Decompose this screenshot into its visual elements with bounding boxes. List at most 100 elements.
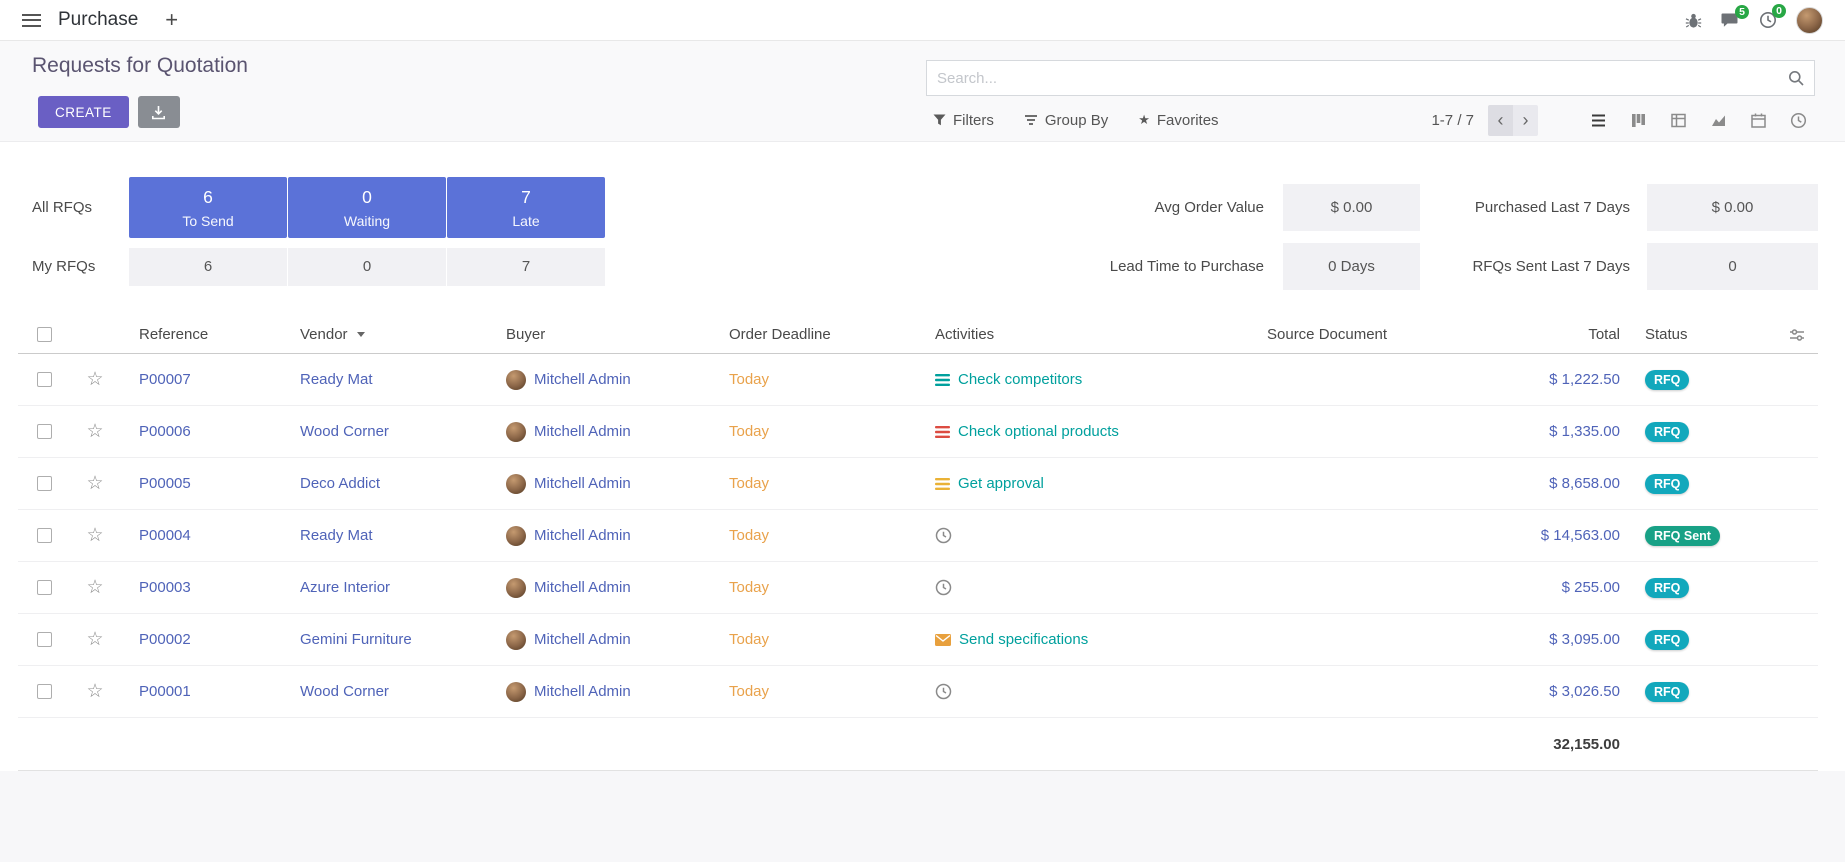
activity-cell[interactable]: Check optional products [925, 406, 1255, 457]
favorite-star-icon[interactable]: ☆ [86, 422, 103, 441]
activity-label[interactable]: Get approval [958, 475, 1044, 492]
vendor-link[interactable]: Wood Corner [290, 406, 495, 457]
filters-button[interactable]: Filters [933, 112, 994, 129]
reference-link[interactable]: P00001 [120, 666, 290, 717]
reference-link[interactable]: P00003 [120, 562, 290, 613]
header-source-document[interactable]: Source Document [1255, 316, 1520, 353]
favorite-star-icon[interactable]: ☆ [86, 630, 103, 649]
pager-previous-button[interactable]: ‹ [1488, 105, 1513, 136]
activity-cell[interactable]: Get approval [925, 458, 1255, 509]
order-deadline: Today [718, 354, 925, 405]
app-name[interactable]: Purchase [58, 9, 138, 31]
pager-next-button[interactable]: › [1513, 105, 1538, 136]
pivot-view-icon[interactable] [1658, 105, 1698, 136]
dashboard-view-icon[interactable] [1778, 105, 1818, 136]
activity-cell[interactable] [925, 562, 1255, 613]
order-deadline: Today [718, 406, 925, 457]
my-late-count[interactable]: 7 [447, 248, 605, 286]
buyer-name[interactable]: Mitchell Admin [534, 527, 631, 544]
favorite-star-icon[interactable]: ☆ [86, 682, 103, 701]
activity-clock-icon[interactable] [935, 527, 952, 544]
user-avatar[interactable] [1796, 7, 1823, 34]
buyer-name[interactable]: Mitchell Admin [534, 423, 631, 440]
header-buyer[interactable]: Buyer [495, 316, 718, 353]
buyer-name[interactable]: Mitchell Admin [534, 631, 631, 648]
header-total[interactable]: Total [1520, 316, 1640, 353]
optional-columns-icon[interactable] [1775, 316, 1818, 353]
activity-cell[interactable] [925, 510, 1255, 561]
vendor-link[interactable]: Ready Mat [290, 510, 495, 561]
chat-icon[interactable]: 5 [1721, 12, 1740, 29]
favorites-button[interactable]: ★ Favorites [1138, 112, 1218, 129]
select-all-checkbox[interactable] [37, 327, 52, 342]
row-checkbox[interactable] [37, 632, 52, 647]
header-status[interactable]: Status [1640, 316, 1775, 353]
vendor-link[interactable]: Azure Interior [290, 562, 495, 613]
hamburger-menu-icon[interactable] [22, 14, 41, 27]
header-vendor[interactable]: Vendor [290, 316, 495, 353]
row-checkbox[interactable] [37, 580, 52, 595]
list-view-icon[interactable] [1578, 105, 1618, 136]
total-cell: $ 8,658.00 [1520, 458, 1640, 509]
my-waiting-count[interactable]: 0 [288, 248, 446, 286]
favorite-star-icon[interactable]: ☆ [86, 370, 103, 389]
favorite-star-icon[interactable]: ☆ [86, 474, 103, 493]
reference-link[interactable]: P00005 [120, 458, 290, 509]
table-row[interactable]: ☆ P00005 Deco Addict Mitchell Admin Toda… [18, 458, 1818, 510]
group-by-button[interactable]: Group By [1024, 112, 1108, 129]
table-row[interactable]: ☆ P00002 Gemini Furniture Mitchell Admin… [18, 614, 1818, 666]
kpi-to-send-button[interactable]: 6 To Send [129, 177, 287, 238]
buyer-name[interactable]: Mitchell Admin [534, 371, 631, 388]
bug-icon[interactable] [1685, 12, 1702, 29]
activity-cell[interactable]: Check competitors [925, 354, 1255, 405]
reference-link[interactable]: P00002 [120, 614, 290, 665]
activity-clock-icon[interactable] [935, 579, 952, 596]
kpi-waiting-button[interactable]: 0 Waiting [288, 177, 446, 238]
buyer-name[interactable]: Mitchell Admin [534, 683, 631, 700]
table-row[interactable]: ☆ P00003 Azure Interior Mitchell Admin T… [18, 562, 1818, 614]
activity-label[interactable]: Check competitors [958, 371, 1082, 388]
activity-clock-icon[interactable] [935, 683, 952, 700]
kanban-view-icon[interactable] [1618, 105, 1658, 136]
reference-link[interactable]: P00004 [120, 510, 290, 561]
table-row[interactable]: ☆ P00001 Wood Corner Mitchell Admin Toda… [18, 666, 1818, 718]
row-checkbox[interactable] [37, 528, 52, 543]
reference-link[interactable]: P00007 [120, 354, 290, 405]
buyer-name[interactable]: Mitchell Admin [534, 475, 631, 492]
table-row[interactable]: ☆ P00006 Wood Corner Mitchell Admin Toda… [18, 406, 1818, 458]
header-order-deadline[interactable]: Order Deadline [718, 316, 925, 353]
kpi-late-button[interactable]: 7 Late [447, 177, 605, 238]
header-reference[interactable]: Reference [120, 316, 290, 353]
calendar-view-icon[interactable] [1738, 105, 1778, 136]
row-checkbox[interactable] [37, 684, 52, 699]
vendor-link[interactable]: Ready Mat [290, 354, 495, 405]
graph-view-icon[interactable] [1698, 105, 1738, 136]
favorite-star-icon[interactable]: ☆ [86, 578, 103, 597]
row-checkbox[interactable] [37, 424, 52, 439]
activity-label[interactable]: Send specifications [959, 631, 1088, 648]
table-row[interactable]: ☆ P00004 Ready Mat Mitchell Admin Today … [18, 510, 1818, 562]
row-checkbox[interactable] [37, 476, 52, 491]
export-button[interactable] [138, 96, 180, 128]
buyer-name[interactable]: Mitchell Admin [534, 579, 631, 596]
vendor-link[interactable]: Deco Addict [290, 458, 495, 509]
activity-cell[interactable]: Send specifications [925, 614, 1255, 665]
reference-link[interactable]: P00006 [120, 406, 290, 457]
activity-clock-systray-icon[interactable]: 0 [1759, 11, 1777, 29]
my-to-send-count[interactable]: 6 [129, 248, 287, 286]
activity-cell[interactable] [925, 666, 1255, 717]
source-document-cell [1255, 666, 1520, 717]
favorite-star-icon[interactable]: ☆ [86, 526, 103, 545]
vendor-link[interactable]: Wood Corner [290, 666, 495, 717]
activity-label[interactable]: Check optional products [958, 423, 1119, 440]
layers-icon [1024, 114, 1038, 126]
header-activities[interactable]: Activities [925, 316, 1255, 353]
row-checkbox[interactable] [37, 372, 52, 387]
create-button[interactable]: CREATE [38, 96, 129, 128]
table-row[interactable]: ☆ P00007 Ready Mat Mitchell Admin Today … [18, 354, 1818, 406]
plus-icon[interactable]: + [165, 9, 178, 31]
vendor-link[interactable]: Gemini Furniture [290, 614, 495, 665]
search-icon[interactable] [1788, 70, 1804, 86]
search-input[interactable] [927, 70, 1788, 87]
messages-badge: 5 [1735, 5, 1749, 19]
